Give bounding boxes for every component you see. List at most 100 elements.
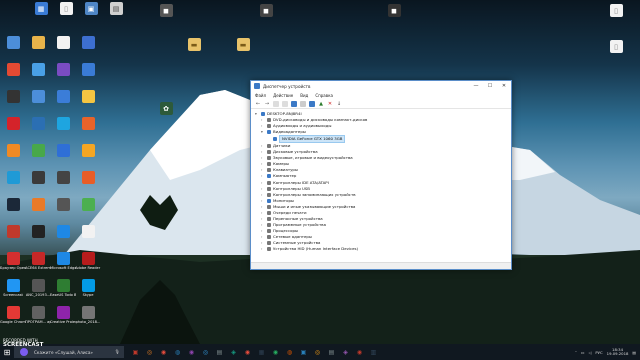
desktop-icon[interactable]: [52, 144, 74, 168]
taskbar-app-icon[interactable]: ▥: [367, 346, 380, 358]
taskbar-app-icon[interactable]: ◈: [339, 346, 352, 358]
menu-help[interactable]: Справка: [315, 93, 333, 98]
device-manager-window[interactable]: Диспетчер устройств — ☐ ✕ Файл Действие …: [250, 80, 512, 270]
taskbar-app-icon[interactable]: ▤: [325, 346, 338, 358]
properties-icon[interactable]: [291, 100, 297, 107]
menu-action[interactable]: Действие: [273, 93, 293, 98]
scan-hardware-icon[interactable]: [309, 100, 315, 107]
desktop-icon[interactable]: [77, 225, 99, 249]
desktop-icon[interactable]: [2, 36, 24, 60]
uninstall-icon[interactable]: ✕: [327, 101, 333, 107]
taskbar-app-icon[interactable]: ◉: [353, 346, 366, 358]
update-driver-icon[interactable]: ▲: [318, 101, 324, 107]
microphone-icon[interactable]: 🎙: [115, 349, 120, 355]
desktop-icon[interactable]: [2, 144, 24, 168]
taskbar-app-icon[interactable]: ◉: [157, 346, 170, 358]
desktop-icon[interactable]: [77, 63, 99, 87]
desktop-icon[interactable]: ▯: [55, 2, 77, 26]
desktop-icon[interactable]: EaseUS Todo Backup Fre...: [50, 279, 76, 303]
desktop-icon[interactable]: ▯: [605, 4, 627, 28]
desktop-icon[interactable]: [77, 198, 99, 222]
desktop-icon[interactable]: [52, 171, 74, 195]
desktop-icon[interactable]: ▣: [80, 2, 102, 26]
taskbar-app-icon[interactable]: ◉: [185, 346, 198, 358]
desktop-icon[interactable]: ◼: [255, 4, 277, 28]
view-list-icon[interactable]: [282, 100, 288, 107]
desktop-icon[interactable]: [77, 171, 99, 195]
desktop-icon[interactable]: [77, 117, 99, 141]
desktop-icon[interactable]: [2, 225, 24, 249]
desktop-icon[interactable]: [2, 171, 24, 195]
desktop-icon[interactable]: [27, 144, 49, 168]
desktop-icon[interactable]: [77, 36, 99, 60]
desktop-icon[interactable]: Браузер Opera: [0, 252, 26, 276]
desktop-icon[interactable]: [52, 117, 74, 141]
taskbar-app-icon[interactable]: ◈: [227, 346, 240, 358]
taskbar-app-icon[interactable]: ▦: [255, 346, 268, 358]
desktop-icon[interactable]: [27, 63, 49, 87]
taskbar-app-icon[interactable]: ◍: [171, 346, 184, 358]
taskbar-app-icon[interactable]: ▣: [297, 346, 310, 358]
volume-icon[interactable]: ◁: [588, 350, 591, 355]
desktop-icon[interactable]: ANC_20193...: [26, 279, 50, 303]
desktop-icon[interactable]: [52, 90, 74, 114]
desktop-icon[interactable]: Skype: [77, 279, 99, 303]
desktop-icon[interactable]: ▯: [605, 40, 627, 64]
network-icon[interactable]: ▭: [581, 350, 585, 355]
desktop-icon[interactable]: [52, 36, 74, 60]
desktop-icon[interactable]: ◼: [383, 4, 405, 28]
desktop-icon[interactable]: АСЕ64 Extreme: [25, 252, 51, 276]
forward-icon[interactable]: →: [264, 101, 270, 107]
help-icon[interactable]: [300, 100, 306, 107]
language-indicator[interactable]: РУС: [595, 350, 602, 355]
chevron-up-icon[interactable]: ˄: [575, 350, 577, 355]
tree-device[interactable]: NVIDIA GeForce GTX 1060 3GB: [255, 135, 507, 144]
desktop-icon[interactable]: ▦: [30, 2, 52, 26]
chevron-down-icon[interactable]: ▾: [255, 111, 259, 117]
desktop-icon[interactable]: [2, 63, 24, 87]
desktop-icon[interactable]: Adobe Reader DC: [75, 252, 101, 276]
taskbar-app-icon[interactable]: ◎: [311, 346, 324, 358]
desktop-icon[interactable]: [2, 198, 24, 222]
tree-category[interactable]: › Устройства HID (Human Interface Devices…: [255, 246, 507, 252]
chevron-down-icon[interactable]: ▾: [261, 129, 265, 135]
desktop-icon[interactable]: [27, 198, 49, 222]
taskbar-app-icon[interactable]: ◎: [143, 346, 156, 358]
desktop-icon[interactable]: ✿: [155, 102, 177, 126]
minimize-button[interactable]: —: [469, 81, 483, 91]
desktop-icon[interactable]: [27, 117, 49, 141]
taskbar-app-icon[interactable]: ◍: [283, 346, 296, 358]
notifications-icon[interactable]: ▤: [632, 350, 636, 355]
view-icon[interactable]: [273, 100, 279, 107]
desktop-icon[interactable]: [27, 171, 49, 195]
desktop-icon[interactable]: ▬: [183, 38, 205, 62]
desktop-icon[interactable]: [27, 36, 49, 60]
taskbar-app-icon[interactable]: ◎: [199, 346, 212, 358]
desktop-icon[interactable]: Screencast: [2, 279, 24, 303]
desktop-icon[interactable]: Creative Proiect Ed...: [50, 306, 76, 330]
close-button[interactable]: ✕: [497, 81, 511, 91]
desktop-icon[interactable]: [27, 90, 49, 114]
desktop-icon[interactable]: [52, 198, 74, 222]
maximize-button[interactable]: ☐: [483, 81, 497, 91]
desktop-icon[interactable]: photo_2018...: [76, 306, 100, 330]
desktop-icon[interactable]: [27, 225, 49, 249]
desktop-icon[interactable]: [52, 63, 74, 87]
desktop-icon[interactable]: ПРОГРАМ... архив (2): [25, 306, 51, 330]
taskbar-app-icon[interactable]: ▤: [213, 346, 226, 358]
desktop-icon[interactable]: Google Chrome: [0, 306, 26, 330]
taskbar-app-icon[interactable]: ▣: [129, 346, 142, 358]
desktop-icon[interactable]: ▬: [232, 38, 254, 62]
desktop-icon[interactable]: ◼: [155, 4, 177, 28]
download-icon[interactable]: ↓: [336, 101, 342, 107]
menu-view[interactable]: Вид: [300, 93, 308, 98]
title-bar[interactable]: Диспетчер устройств — ☐ ✕: [251, 81, 511, 91]
menu-file[interactable]: Файл: [255, 93, 266, 98]
desktop-icon[interactable]: [2, 117, 24, 141]
back-icon[interactable]: ←: [255, 101, 261, 107]
desktop-icon[interactable]: Microsoft Edge: [50, 252, 76, 276]
desktop-icon[interactable]: ▤: [105, 2, 127, 26]
desktop-icon[interactable]: [77, 144, 99, 168]
desktop-icon[interactable]: [52, 225, 74, 249]
chevron-right-icon[interactable]: ›: [261, 246, 265, 252]
